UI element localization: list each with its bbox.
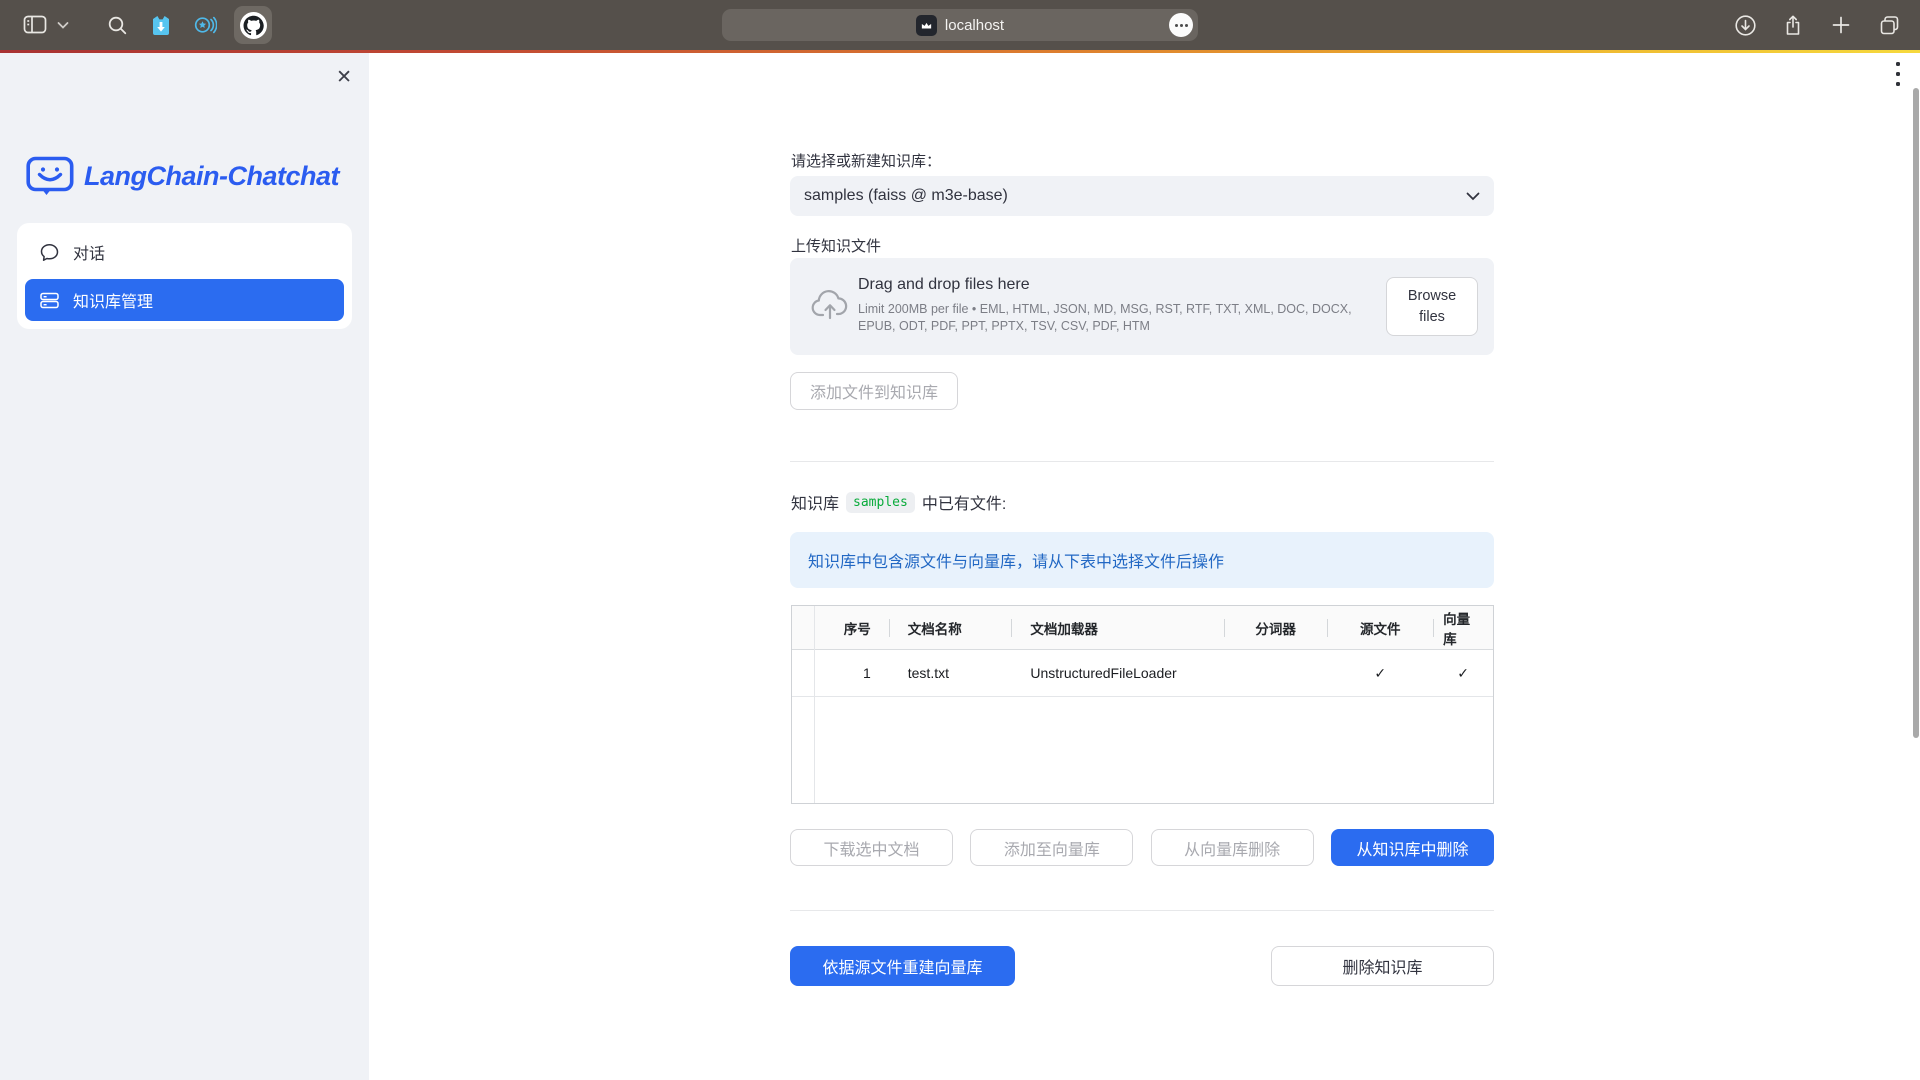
remove-from-vector-button[interactable]: 从向量库删除 bbox=[1151, 829, 1314, 866]
table-header-row: 序号 文档名称 文档加载器 分词器 源文件 向量库 bbox=[792, 606, 1493, 650]
search-icon[interactable] bbox=[102, 10, 132, 40]
kb-name-code: samples bbox=[846, 492, 915, 513]
scrollbar-thumb[interactable] bbox=[1913, 88, 1919, 738]
site-favicon bbox=[916, 15, 937, 36]
url-text: localhost bbox=[945, 17, 1004, 34]
row-doc-name-cell: test.txt bbox=[889, 650, 1012, 696]
table-header-gutter bbox=[792, 606, 814, 649]
download-selected-button[interactable]: 下载选中文档 bbox=[790, 829, 953, 866]
rebuild-vector-store-button[interactable]: 依据源文件重建向量库 bbox=[790, 946, 1015, 986]
url-more-button[interactable] bbox=[1169, 13, 1193, 37]
files-heading-prefix: 知识库 bbox=[791, 490, 839, 514]
database-icon bbox=[39, 290, 60, 311]
dropzone-hint: Limit 200MB per file • EML, HTML, JSON, … bbox=[858, 301, 1374, 335]
row-loader-cell: UnstructuredFileLoader bbox=[1011, 650, 1223, 696]
table-header-index[interactable]: 序号 bbox=[814, 606, 889, 649]
app-logo: LangChain-Chatchat bbox=[26, 155, 339, 197]
kb-actions-row: 依据源文件重建向量库 删除知识库 bbox=[790, 946, 1494, 986]
table-header-loader[interactable]: 文档加载器 bbox=[1011, 606, 1223, 649]
files-heading: 知识库 samples 中已有文件: bbox=[791, 490, 1006, 514]
delete-from-kb-button[interactable]: 从知识库中删除 bbox=[1331, 829, 1494, 866]
logo-bubble-icon bbox=[26, 155, 74, 197]
sidebar-item-label: 知识库管理 bbox=[73, 288, 153, 312]
table-header-vector[interactable]: 向量库 bbox=[1433, 606, 1493, 649]
files-table: 序号 文档名称 文档加载器 分词器 源文件 向量库 1 test.txt Uns… bbox=[791, 605, 1494, 804]
sidebar-close-icon[interactable]: ✕ bbox=[336, 68, 352, 87]
file-dropzone[interactable]: Drag and drop files here Limit 200MB per… bbox=[790, 258, 1494, 355]
delete-kb-button[interactable]: 删除知识库 bbox=[1271, 946, 1494, 986]
sidebar-nav: 对话 知识库管理 bbox=[17, 223, 352, 329]
row-splitter-cell bbox=[1224, 650, 1328, 696]
sidebar-item-knowledge-base[interactable]: 知识库管理 bbox=[25, 279, 344, 321]
kb-select[interactable]: samples (faiss @ m3e-base) bbox=[790, 176, 1494, 216]
sidebar-item-dialogue[interactable]: 对话 bbox=[25, 231, 344, 273]
sidebar-item-label: 对话 bbox=[73, 240, 105, 264]
row-gutter-cell bbox=[792, 650, 814, 696]
app-menu-icon[interactable] bbox=[1896, 62, 1900, 86]
sidebar: ✕ LangChain-Chatchat 对话 知识库管理 bbox=[0, 53, 369, 1080]
github-logo bbox=[240, 12, 267, 39]
info-banner: 知识库中包含源文件与向量库，请从下表中选择文件后操作 bbox=[790, 532, 1494, 588]
file-actions-row: 下载选中文档 添加至向量库 从向量库删除 从知识库中删除 bbox=[790, 829, 1494, 866]
row-source-check: ✓ bbox=[1327, 650, 1433, 696]
rings-star-extension-icon[interactable] bbox=[190, 10, 220, 40]
downloads-icon[interactable] bbox=[1730, 10, 1760, 40]
add-to-vector-button[interactable]: 添加至向量库 bbox=[970, 829, 1133, 866]
files-heading-suffix: 中已有文件: bbox=[922, 490, 1006, 514]
table-header-source[interactable]: 源文件 bbox=[1327, 606, 1433, 649]
add-files-to-kb-button[interactable]: 添加文件到知识库 bbox=[790, 372, 958, 410]
sidebar-toggle-icon[interactable] bbox=[20, 10, 50, 40]
dropzone-title: Drag and drop files here bbox=[858, 276, 1030, 294]
github-extension-icon[interactable] bbox=[234, 6, 272, 44]
row-vector-check: ✓ bbox=[1433, 650, 1493, 696]
share-icon[interactable] bbox=[1778, 10, 1808, 40]
new-tab-icon[interactable] bbox=[1826, 10, 1856, 40]
url-bar[interactable]: localhost bbox=[722, 9, 1198, 41]
row-index-cell: 1 bbox=[814, 650, 889, 696]
cloud-upload-icon bbox=[810, 288, 850, 321]
browser-toolbar: localhost bbox=[0, 0, 1920, 50]
upload-label: 上传知识文件 bbox=[791, 235, 881, 256]
divider bbox=[790, 461, 1494, 462]
browse-files-button[interactable]: Browse files bbox=[1386, 277, 1478, 336]
table-header-splitter[interactable]: 分词器 bbox=[1224, 606, 1328, 649]
cat-catch-extension-icon[interactable] bbox=[146, 10, 176, 40]
chat-bubble-icon bbox=[39, 242, 60, 263]
tab-overview-icon[interactable] bbox=[1874, 10, 1904, 40]
table-row[interactable]: 1 test.txt UnstructuredFileLoader ✓ ✓ bbox=[792, 650, 1493, 697]
main-content: 请选择或新建知识库： samples (faiss @ m3e-base) 上传… bbox=[369, 53, 1920, 1080]
kb-select-value: samples (faiss @ m3e-base) bbox=[804, 187, 1008, 205]
chevron-down-icon[interactable] bbox=[56, 10, 70, 40]
divider bbox=[790, 910, 1494, 911]
table-header-doc-name[interactable]: 文档名称 bbox=[889, 606, 1012, 649]
logo-text: LangChain-Chatchat bbox=[84, 161, 339, 192]
kb-select-label: 请选择或新建知识库： bbox=[791, 150, 941, 171]
chevron-down-icon bbox=[1466, 192, 1480, 201]
